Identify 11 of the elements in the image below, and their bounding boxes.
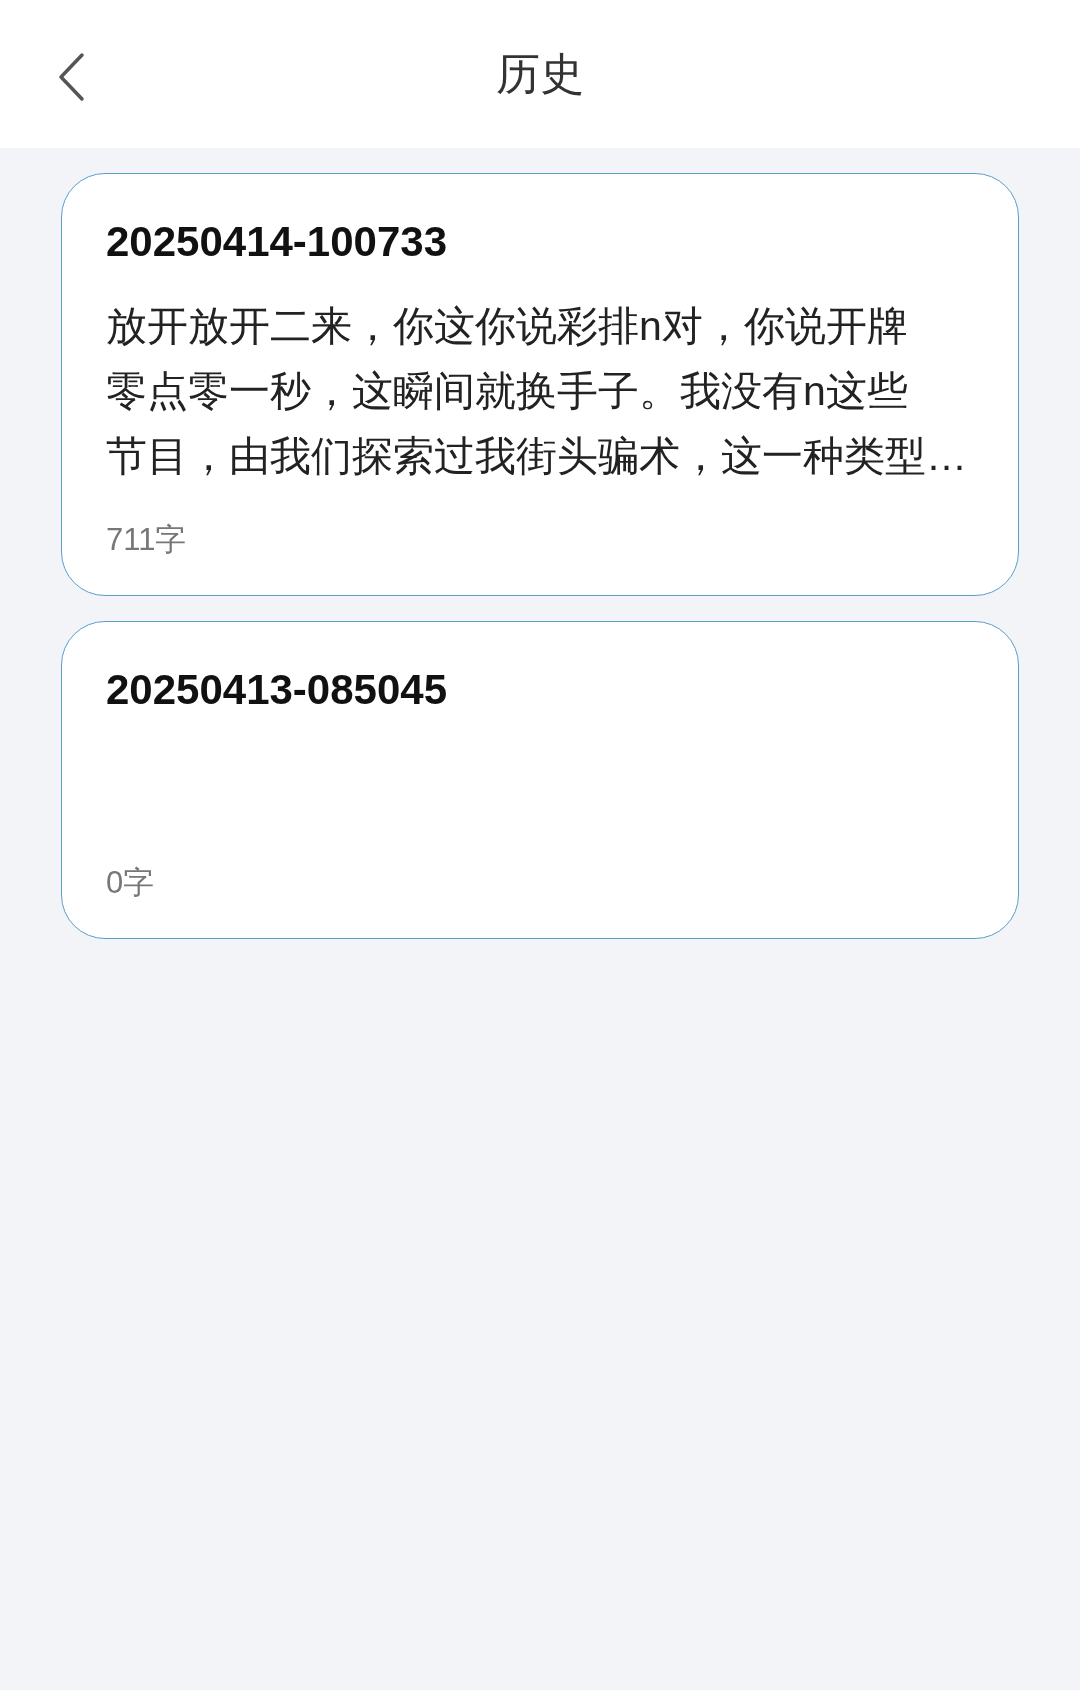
- preview-line: 放开放开二来，你这你说彩排n对，你说开牌: [106, 302, 908, 351]
- back-icon[interactable]: [57, 52, 85, 102]
- page-title: 历史: [496, 47, 584, 100]
- record-title: 20250413-085045: [106, 666, 447, 714]
- record-title: 20250414-100733: [106, 218, 447, 266]
- word-count: 0字: [106, 864, 155, 902]
- history-card[interactable]: 20250414-100733 放开放开二来，你这你说彩排n对，你说开牌 零点零一秒，这瞬间就换手子。我没有n这些 节目，由我们探索过我街头骗术，这一种类型… 711字: [61, 173, 1019, 596]
- preview-line: 零点零一秒，这瞬间就换手子。我没有n这些: [106, 367, 908, 416]
- preview-line: 节目，由我们探索过我街头骗术，这一种类型…: [106, 432, 967, 481]
- word-count: 711字: [106, 521, 187, 559]
- history-card[interactable]: 20250413-085045 0字: [61, 621, 1019, 939]
